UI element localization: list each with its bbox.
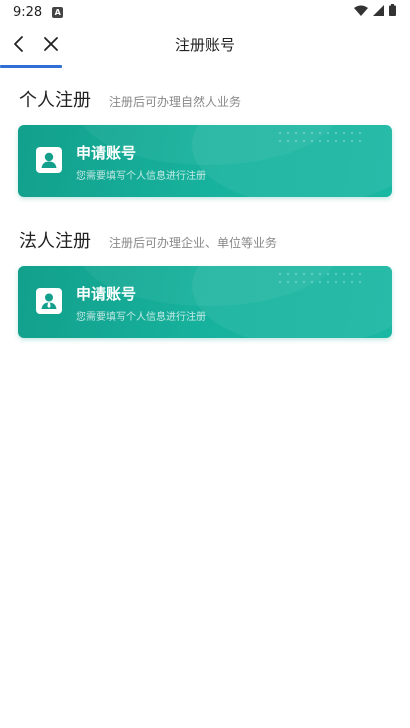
card-dot-pattern — [276, 270, 366, 288]
notification-app-icon: A — [52, 6, 64, 18]
card-title: 申请账号 — [76, 285, 137, 303]
nav-bar: 注册账号 — [0, 24, 410, 64]
card-dot-pattern — [276, 129, 366, 147]
status-right — [354, 4, 396, 20]
signal-icon — [373, 4, 384, 20]
personal-apply-account-card[interactable]: 申请账号 您需要填写个人信息进行注册 — [18, 125, 392, 197]
battery-icon — [389, 4, 396, 20]
page-title: 注册账号 — [174, 36, 235, 54]
tab-indicator — [0, 65, 62, 68]
section-legal-header: 法人注册 注册后可办理企业、单位等业务 — [19, 227, 277, 253]
section-title: 法人注册 — [19, 231, 91, 252]
section-description: 注册后可办理企业、单位等业务 — [109, 236, 278, 250]
card-subtitle: 您需要填写个人信息进行注册 — [76, 312, 206, 323]
section-description: 注册后可办理自然人业务 — [109, 95, 242, 109]
card-title: 申请账号 — [76, 144, 137, 162]
person-icon — [36, 147, 62, 173]
section-personal-header: 个人注册 注册后可办理自然人业务 — [19, 86, 241, 112]
business-person-icon — [36, 288, 62, 314]
card-subtitle: 您需要填写个人信息进行注册 — [76, 171, 206, 182]
status-bar: 9:28 A — [0, 0, 410, 24]
legal-apply-account-card[interactable]: 申请账号 您需要填写个人信息进行注册 — [18, 266, 392, 338]
status-time: 9:28 — [13, 4, 43, 20]
wifi-icon — [354, 5, 368, 20]
status-left: 9:28 A — [13, 4, 64, 20]
section-title: 个人注册 — [19, 90, 91, 111]
